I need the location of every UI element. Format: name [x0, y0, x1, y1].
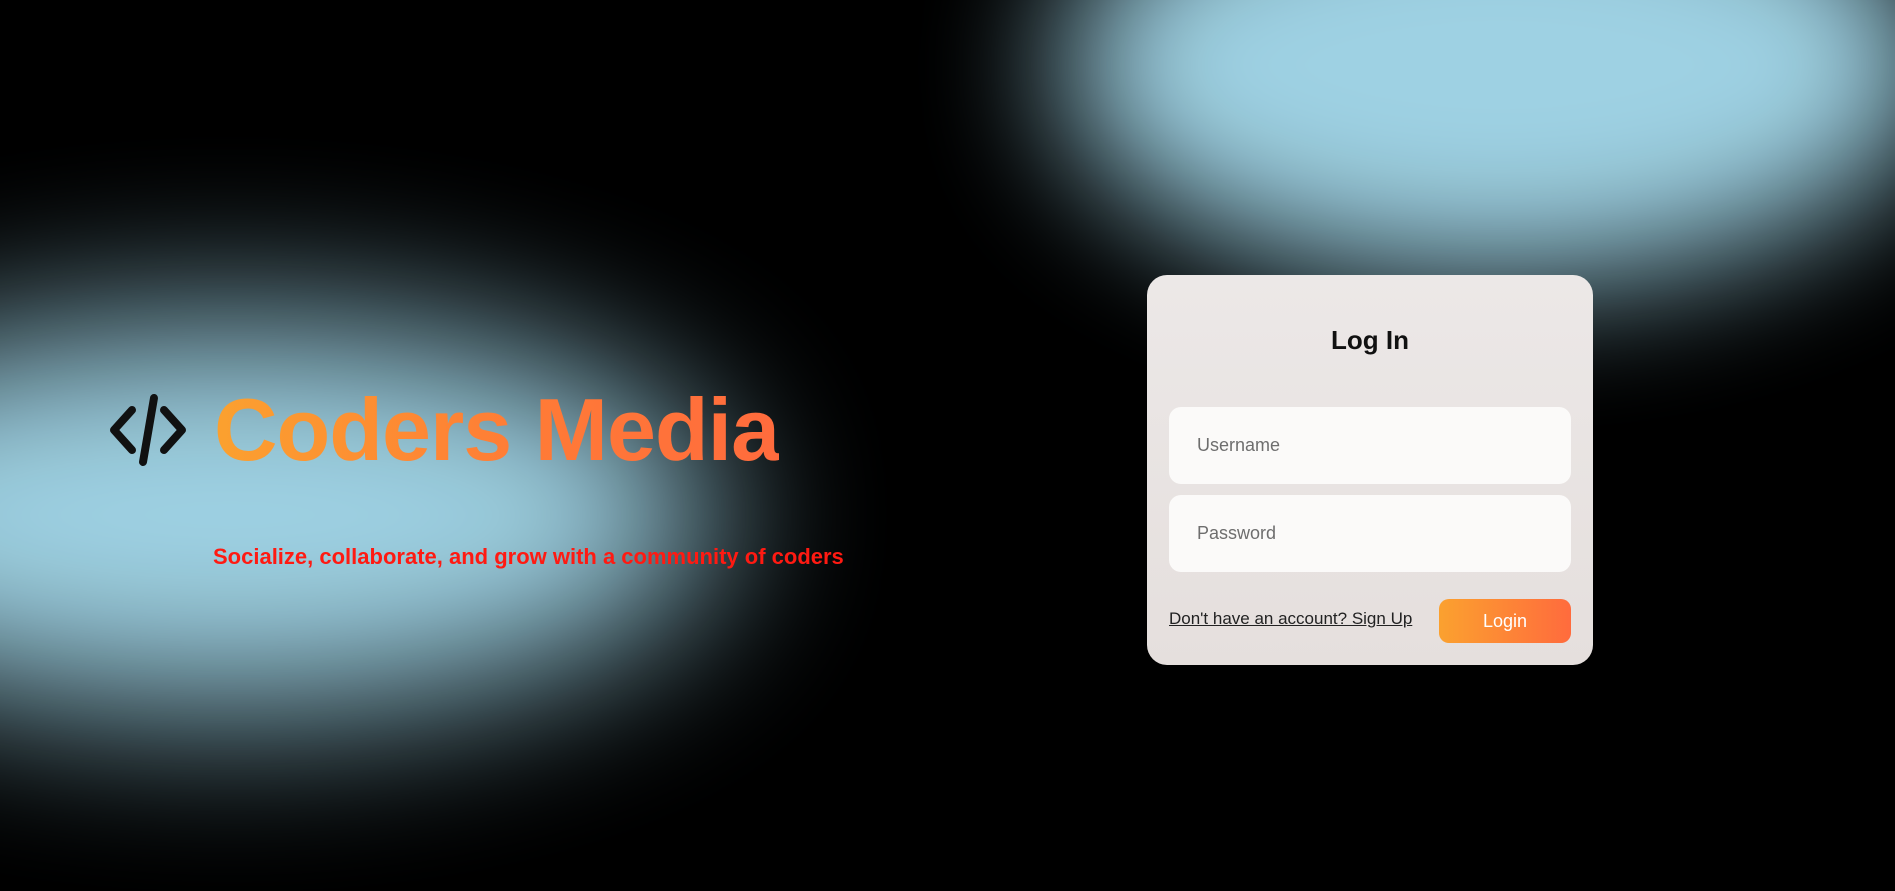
login-title: Log In [1331, 325, 1409, 355]
login-page: Coders Media Socialize, collaborate, and… [0, 0, 1895, 891]
background-glow-top-right [1060, 0, 1895, 280]
password-input[interactable] [1169, 495, 1571, 572]
brand-header: Coders Media [108, 380, 780, 479]
code-icon [108, 390, 188, 470]
username-input[interactable] [1169, 407, 1571, 484]
signup-link[interactable]: Don't have an account? Sign Up [1169, 609, 1412, 629]
background-glow-left [0, 320, 720, 710]
brand-title: Coders Media [214, 380, 780, 479]
login-button[interactable]: Login [1439, 599, 1571, 643]
brand-tagline: Socialize, collaborate, and grow with a … [213, 544, 844, 569]
login-card: Log In Don't have an account? Sign Up Lo… [1147, 275, 1593, 665]
